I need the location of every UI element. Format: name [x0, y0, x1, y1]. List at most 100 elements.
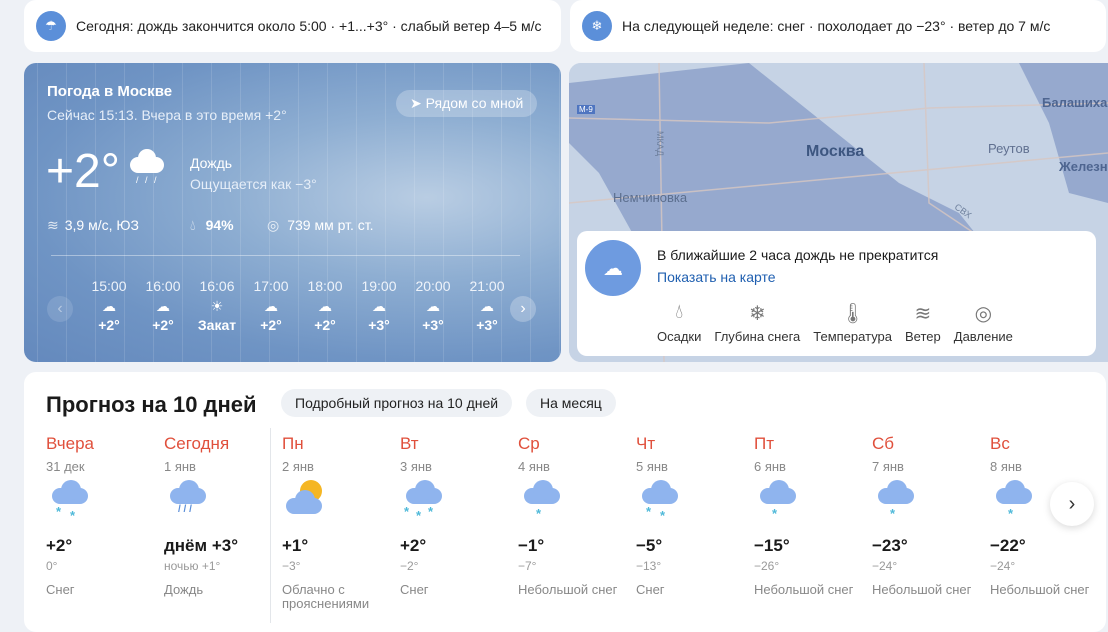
hour-temp: +2° [152, 317, 174, 333]
day-low: −13° [636, 559, 662, 573]
layer-pressure[interactable]: ◎ Давление [954, 301, 1013, 344]
day-item[interactable]: Вчера 31 дек * * +2° 0° Снег [46, 434, 164, 597]
day-date: 3 янв [400, 459, 432, 474]
day-name: Вс [990, 434, 1010, 453]
day-name: Пт [754, 434, 775, 453]
week-alert[interactable]: ❄ На следующей неделе: снег · похолодает… [570, 0, 1106, 52]
day-high: −22° [990, 536, 1026, 555]
show-on-map-link[interactable]: Показать на карте [657, 269, 776, 285]
snow-weather-icon: * * [636, 480, 754, 532]
day-condition: Небольшой снег [990, 582, 1090, 597]
sunset-icon: ☀ [210, 298, 224, 314]
alert-text: На следующей неделе: снег · похолодает д… [622, 18, 1051, 34]
day-condition: Небольшой снег [872, 582, 972, 597]
layer-snow-depth[interactable]: ❄ Глубина снега [714, 301, 800, 344]
gauge-icon: ◎ [974, 303, 993, 325]
rain-cloud-icon: ☁ [585, 240, 641, 296]
day-name: Вчера [46, 434, 94, 453]
layer-label: Ветер [905, 329, 941, 344]
snow1-weather-icon: * [872, 480, 990, 532]
day-condition: Снег [636, 582, 665, 597]
today-alert[interactable]: ☂ Сегодня: дождь закончится около 5:00 ·… [24, 0, 561, 52]
day-low: −2° [400, 559, 419, 573]
hour-temp: +3° [422, 317, 444, 333]
rain-icon: ☁ [156, 298, 170, 314]
day-high: −1° [518, 536, 545, 555]
day-high: +2° [46, 536, 73, 555]
nowcast-text: В ближайшие 2 часа дождь не прекратится [657, 247, 939, 263]
map-layers: 💧︎ Осадки ❄ Глубина снега 🌡︎ Температура ≋ В… [657, 301, 1013, 344]
hour-item: 21:00 ☁ +3° [460, 278, 504, 333]
hour-temp: +2° [98, 317, 120, 333]
road-badge: М-9 [577, 105, 595, 114]
day-low: 0° [46, 559, 58, 573]
hour-time: 15:00 [91, 278, 127, 294]
day-item[interactable]: Пт 6 янв * −15° −26° Небольшой снег [754, 434, 872, 597]
map-label: МКАД [655, 131, 665, 157]
alert-text: Сегодня: дождь закончится около 5:00 · +… [76, 18, 542, 34]
day-item[interactable]: Ср 4 янв * −1° −7° Небольшой снег [518, 434, 636, 597]
hour-temp: +2° [314, 317, 336, 333]
layer-temperature[interactable]: 🌡︎ Температура [813, 301, 892, 344]
snow1-weather-icon: * [754, 480, 872, 532]
hour-time: 18:00 [307, 278, 343, 294]
snow-weather-icon: * * [46, 480, 164, 532]
hour-time: 19:00 [361, 278, 397, 294]
hour-temp: +3° [368, 317, 390, 333]
rain-icon: ☁ [102, 298, 116, 314]
hourly-forecast: 15:00 ☁ +2° 16:00 ☁ +2° 16:06 ☀ Закат 17:00… [24, 63, 504, 362]
day-high: днём +3° [164, 536, 238, 555]
rain-icon: ☁ [480, 298, 494, 314]
layer-label: Осадки [657, 329, 702, 344]
hours-next-button[interactable]: › [510, 296, 536, 322]
map-label: Москва [806, 143, 865, 160]
day-item[interactable]: Вт 3 янв * * * +2° −2° Снег [400, 434, 518, 597]
map-label: Реутов [988, 141, 1030, 156]
day-low: −7° [518, 559, 537, 573]
snow-cloud-icon: ❄ [582, 11, 612, 41]
day-name: Ср [518, 434, 540, 453]
rain-icon: ☁ [372, 298, 386, 314]
hour-time: 21:00 [469, 278, 504, 294]
map-label: Железн [1059, 159, 1108, 174]
day-condition: Дождь [164, 582, 204, 597]
day-high: −15° [754, 536, 790, 555]
day-date: 4 янв [518, 459, 550, 474]
rain-icon: ☁ [264, 298, 278, 314]
day-high: −5° [636, 536, 663, 555]
month-forecast-button[interactable]: На месяц [526, 389, 616, 417]
hour-time: 16:00 [145, 278, 181, 294]
day-low: −3° [282, 559, 301, 573]
snow1-weather-icon: * [518, 480, 636, 532]
partly-weather-icon [282, 480, 400, 532]
day-name: Сегодня [164, 434, 230, 453]
forecast-title: Прогноз на 10 дней [46, 392, 257, 417]
day-condition: Снег [46, 582, 75, 597]
day-item[interactable]: Чт 5 янв * * −5° −13° Снег [636, 434, 754, 597]
day-name: Сб [872, 434, 895, 453]
rain-icon: ☁ [426, 298, 440, 314]
day-high: +1° [282, 536, 309, 555]
day-date: 31 дек [46, 459, 85, 474]
day-item[interactable]: Сегодня 1 янв / / / днём +3° ночью +1° Д… [164, 434, 282, 597]
layer-label: Давление [953, 329, 1013, 344]
day-item[interactable]: Сб 7 янв * −23° −24° Небольшой снег [872, 434, 990, 597]
rain-cloud-icon: ☂ [36, 11, 66, 41]
current-weather-card: Погода в Москве Сейчас 15:13. Вчера в эт… [24, 63, 561, 362]
layer-wind[interactable]: ≋ Ветер [905, 301, 941, 344]
day-low: −24° [990, 559, 1016, 573]
day-date: 6 янв [754, 459, 786, 474]
day-date: 2 янв [282, 459, 314, 474]
days-next-button[interactable]: › [1050, 482, 1094, 526]
day-item[interactable]: Пн 2 янв +1° −3° Облачно с прояснениями [282, 434, 400, 611]
day-date: 1 янв [164, 459, 196, 474]
hour-time: 16:06 [199, 278, 235, 294]
detailed-forecast-button[interactable]: Подробный прогноз на 10 дней [281, 389, 513, 417]
nowcast-panel: ☁ В ближайшие 2 часа дождь не прекратитс… [577, 231, 1096, 356]
day-condition: Небольшой снег [518, 582, 618, 597]
precipitation-map[interactable]: Москва Балашиха Реутов Железн Немчиновка… [569, 63, 1108, 362]
rain-weather-icon: / / / [164, 480, 282, 532]
layer-precipitation[interactable]: 💧︎ Осадки [657, 301, 701, 344]
day-low: ночью +1° [164, 559, 221, 573]
map-label: Немчиновка [613, 190, 688, 205]
